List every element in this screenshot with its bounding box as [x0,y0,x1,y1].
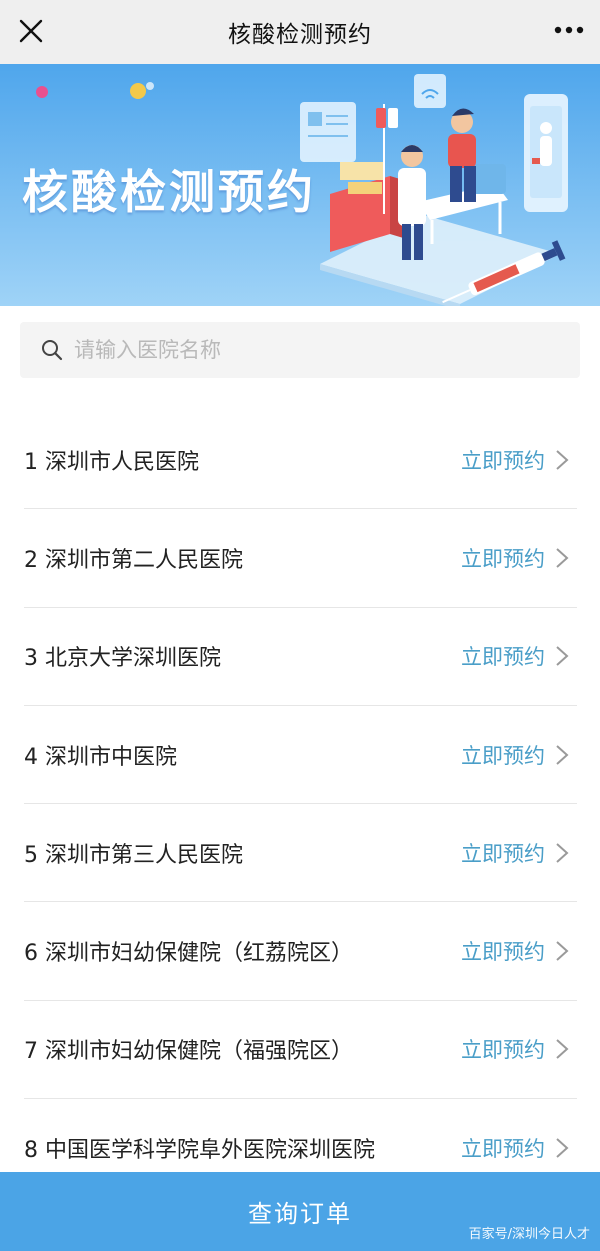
page-title: 核酸检测预约 [228,22,372,48]
close-icon[interactable] [16,16,46,46]
hospital-name: 8 中国医学科学院阜外医院深圳医院 [24,1138,375,1164]
hospital-name: 2 深圳市第二人民医院 [24,547,243,573]
hospital-name: 7 深圳市妇幼保健院（福强院区） [24,1039,353,1065]
book-now-button[interactable]: 立即预约 [461,1001,569,1098]
list-item: 2 深圳市第二人民医院 立即预约 [24,509,577,608]
search-input[interactable] [74,338,544,362]
book-now-button[interactable]: 立即预约 [461,411,569,508]
book-now-button[interactable]: 立即预约 [461,706,569,803]
list-item: 7 深圳市妇幼保健院（福强院区） 立即预约 [24,1001,577,1100]
search-icon [42,340,63,361]
hero-banner: 核酸检测预约 [0,64,600,306]
chevron-right-icon [556,941,569,961]
list-item: 3 北京大学深圳医院 立即预约 [24,608,577,706]
hospital-name: 1 深圳市人民医院 [24,449,199,475]
list-item: 5 深圳市第三人民医院 立即预约 [24,804,577,903]
chevron-right-icon [556,646,569,666]
hospital-name: 5 深圳市第三人民医院 [24,842,243,868]
hospital-name: 6 深圳市妇幼保健院（红荔院区） [24,941,353,967]
top-nav-bar: 核酸检测预约 [0,0,600,64]
book-now-button[interactable]: 立即预约 [461,509,569,606]
chevron-right-icon [556,744,569,765]
search-bar[interactable] [20,322,580,378]
watermark: 百家号/深圳今日人才 [468,1227,590,1242]
book-now-label: 立即预约 [461,645,545,670]
book-now-button[interactable]: 立即预约 [461,902,569,999]
list-item: 4 深圳市中医院 立即预约 [24,706,577,805]
book-now-button[interactable]: 立即预约 [461,804,569,901]
banner-title: 核酸检测预约 [22,165,316,219]
hospital-list: 1 深圳市人民医院 立即预约 2 深圳市第二人民医院 立即预约 3 北京大学深圳… [24,411,577,1197]
chevron-right-icon [556,1138,569,1158]
book-now-button[interactable]: 立即预约 [461,608,569,705]
book-now-label: 立即预约 [461,448,545,473]
more-dots-icon[interactable] [552,17,586,43]
hospital-name: 3 北京大学深圳医院 [24,646,221,672]
list-item: 1 深圳市人民医院 立即预约 [24,411,577,510]
chevron-right-icon [556,548,569,568]
chevron-right-icon [556,1039,569,1060]
chevron-right-icon [556,449,569,470]
book-now-label: 立即预约 [461,546,545,571]
book-now-label: 立即预约 [461,841,545,866]
query-orders-label: 查询订单 [248,1200,352,1228]
book-now-label: 立即预约 [461,743,545,768]
chevron-right-icon [556,843,569,863]
book-now-label: 立即预约 [461,1137,545,1162]
hospital-name: 4 深圳市中医院 [24,744,177,770]
query-orders-button[interactable]: 查询订单 百家号/深圳今日人才 [0,1172,600,1251]
list-item: 6 深圳市妇幼保健院（红荔院区） 立即预约 [24,902,577,1001]
book-now-label: 立即预约 [461,940,545,965]
book-now-label: 立即预约 [461,1038,545,1063]
